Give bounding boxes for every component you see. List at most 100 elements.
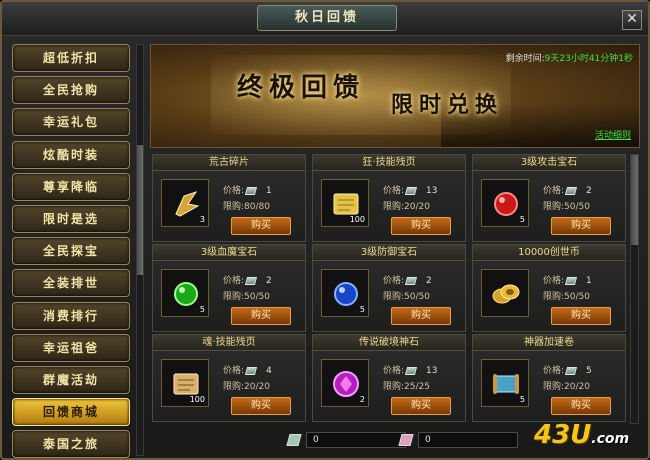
price-row: 价格: 13 bbox=[383, 183, 438, 196]
site-logo: 43U.com bbox=[534, 420, 629, 450]
price-row: 价格: 2 bbox=[383, 273, 432, 286]
limit-row: 限购:20/20 bbox=[543, 379, 590, 392]
buy-button[interactable]: 购买 bbox=[551, 217, 611, 235]
buy-button[interactable]: 购买 bbox=[551, 307, 611, 325]
close-button[interactable]: ✕ bbox=[622, 10, 642, 30]
price-value: 2 bbox=[426, 276, 432, 286]
price-value: 13 bbox=[426, 366, 438, 376]
sidebar-item[interactable]: 泰国之旅 bbox=[12, 430, 130, 459]
item-slot[interactable]: 100 bbox=[321, 179, 369, 227]
sidebar-scroll-thumb[interactable] bbox=[137, 145, 143, 275]
item-slot[interactable]: 2 bbox=[321, 359, 369, 407]
item-slot[interactable]: 5 bbox=[321, 269, 369, 317]
limit-value: 20/20 bbox=[404, 202, 430, 212]
price-value: 1 bbox=[586, 276, 592, 286]
sidebar-item[interactable]: 全装排世 bbox=[12, 269, 130, 298]
item-card: 3级血魔宝石 5 价格: 2 限购:50/50 购买 bbox=[152, 244, 306, 332]
sidebar-scrollbar[interactable] bbox=[136, 44, 144, 456]
blue-gem-icon bbox=[330, 278, 362, 310]
price-row: 价格: 2 bbox=[223, 273, 272, 286]
item-quantity: 2 bbox=[359, 395, 365, 404]
item-card: 传说破境神石 2 价格: 13 限购:25/25 购买 bbox=[312, 334, 466, 422]
price-label: 价格: bbox=[543, 186, 565, 196]
item-slot[interactable]: 5 bbox=[481, 179, 529, 227]
item-card: 魂·技能残页 100 价格: 4 限购:20/20 购买 bbox=[152, 334, 306, 422]
golden-shard-icon bbox=[170, 188, 202, 220]
buy-button[interactable]: 购买 bbox=[231, 217, 291, 235]
sidebar-item[interactable]: 超低折扣 bbox=[12, 44, 130, 72]
item-name: 传说破境神石 bbox=[313, 335, 465, 351]
banner-title: 终极回馈 bbox=[237, 73, 366, 103]
item-slot[interactable]: 3 bbox=[161, 179, 209, 227]
ticket-icon bbox=[564, 366, 578, 375]
logo-main: 43U bbox=[534, 420, 592, 450]
limit-value: 50/50 bbox=[404, 292, 430, 302]
grid-scroll-thumb[interactable] bbox=[631, 155, 638, 245]
item-name: 3级防御宝石 bbox=[313, 245, 465, 261]
limit-value: 80/80 bbox=[244, 202, 270, 212]
banner-subtitle: 限时兑换 bbox=[391, 92, 504, 118]
scroll-icon bbox=[490, 368, 522, 400]
price-label: 价格: bbox=[223, 276, 245, 286]
limit-row: 限购:80/80 bbox=[223, 199, 270, 212]
sidebar-item[interactable]: 群魔活劫 bbox=[12, 366, 130, 394]
green-ticket-icon bbox=[286, 434, 302, 446]
item-card: 10000创世币价格: 1 限购:50/50 购买 bbox=[472, 244, 626, 332]
ticket-icon bbox=[404, 366, 418, 375]
limit-row: 限购:50/50 bbox=[543, 199, 590, 212]
price-value: 5 bbox=[586, 366, 592, 376]
limit-row: 限购:20/20 bbox=[223, 379, 270, 392]
sidebar-item[interactable]: 炫酷时装 bbox=[12, 140, 130, 169]
ticket-icon bbox=[244, 366, 258, 375]
buy-button[interactable]: 购买 bbox=[551, 397, 611, 415]
red-gem-icon bbox=[490, 188, 522, 220]
limit-value: 50/50 bbox=[564, 292, 590, 302]
item-name: 3级攻击宝石 bbox=[473, 155, 625, 171]
limit-value: 25/25 bbox=[404, 382, 430, 392]
price-label: 价格: bbox=[543, 276, 565, 286]
item-name: 10000创世币 bbox=[473, 245, 625, 261]
limit-label: 限购: bbox=[383, 202, 405, 212]
item-slot[interactable]: 5 bbox=[481, 359, 529, 407]
sidebar-item[interactable]: 幸运祖爸 bbox=[12, 333, 130, 362]
item-slot[interactable]: 5 bbox=[161, 269, 209, 317]
item-card: 3级防御宝石 5 价格: 2 限购:50/50 购买 bbox=[312, 244, 466, 332]
price-row: 价格: 1 bbox=[543, 273, 592, 286]
event-banner: 终极回馈 限时兑换 剩余时间:9天23小时41分钟1秒 活动细则 bbox=[150, 44, 640, 148]
sidebar-item[interactable]: 幸运礼包 bbox=[12, 108, 130, 137]
countdown-label: 剩余时间: bbox=[505, 54, 545, 64]
buy-button[interactable]: 购买 bbox=[231, 397, 291, 415]
price-row: 价格: 4 bbox=[223, 363, 272, 376]
sidebar-item[interactable]: 尊享降临 bbox=[12, 172, 130, 201]
sidebar-item[interactable]: 限时是选 bbox=[12, 205, 130, 233]
item-slot[interactable] bbox=[481, 269, 529, 317]
currency-pink-value: 0 bbox=[418, 432, 518, 448]
price-row: 价格: 2 bbox=[543, 183, 592, 196]
sidebar-item[interactable]: 全民抢购 bbox=[12, 76, 130, 105]
ticket-icon bbox=[404, 276, 418, 285]
buy-button[interactable]: 购买 bbox=[391, 217, 451, 235]
limit-row: 限购:50/50 bbox=[223, 289, 270, 302]
sidebar-item[interactable]: 全民探宝 bbox=[12, 237, 130, 266]
limit-label: 限购: bbox=[543, 292, 565, 302]
item-card: 神器加速卷 5 价格: 5 限购:20/20 购买 bbox=[472, 334, 626, 422]
sidebar: 超低折扣全民抢购幸运礼包炫酷时装尊享降临限时是选全民探宝全装排世消费排行幸运祖爸… bbox=[8, 40, 146, 459]
limit-value: 50/50 bbox=[244, 292, 270, 302]
ticket-icon bbox=[564, 276, 578, 285]
item-name: 狂·技能残页 bbox=[313, 155, 465, 171]
buy-button[interactable]: 购买 bbox=[391, 397, 451, 415]
green-gem-icon bbox=[170, 278, 202, 310]
item-card: 3级攻击宝石 5 价格: 2 限购:50/50 购买 bbox=[472, 154, 626, 242]
titlebar: 秋日回馈 ✕ bbox=[2, 2, 648, 36]
item-quantity: 5 bbox=[519, 215, 525, 224]
grid-scrollbar[interactable] bbox=[630, 154, 639, 424]
limit-value: 50/50 bbox=[564, 202, 590, 212]
rules-link[interactable]: 活动细则 bbox=[595, 128, 631, 141]
sidebar-item[interactable]: 回馈商城 bbox=[12, 398, 130, 427]
buy-button[interactable]: 购买 bbox=[391, 307, 451, 325]
buy-button[interactable]: 购买 bbox=[231, 307, 291, 325]
limit-row: 限购:50/50 bbox=[543, 289, 590, 302]
item-slot[interactable]: 100 bbox=[161, 359, 209, 407]
sidebar-item[interactable]: 消费排行 bbox=[12, 301, 130, 330]
limit-label: 限购: bbox=[223, 202, 245, 212]
